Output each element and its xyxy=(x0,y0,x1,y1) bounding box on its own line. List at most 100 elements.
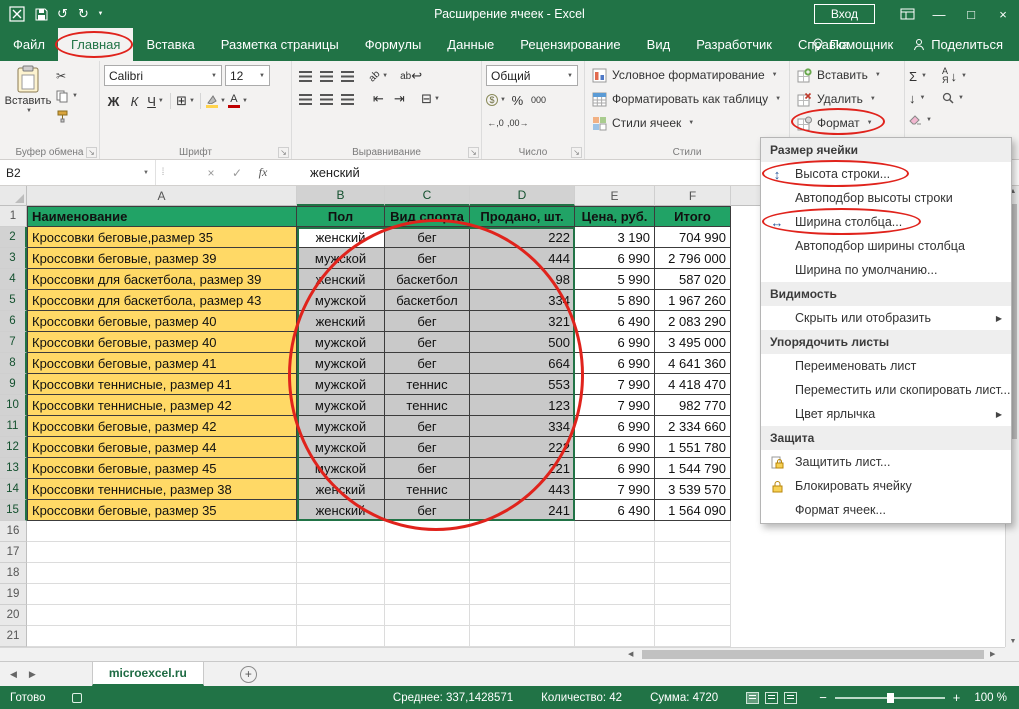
horizontal-scrollbar[interactable]: ◀ ▶ xyxy=(0,647,1005,661)
column-header-F[interactable]: F xyxy=(655,186,731,206)
fill-color-button[interactable]: ▼ xyxy=(206,91,226,111)
cell-D16[interactable] xyxy=(470,521,575,542)
cell-F2[interactable]: 704 990 xyxy=(655,227,731,248)
share-button[interactable]: Поделиться xyxy=(913,37,1003,52)
cell-A20[interactable] xyxy=(27,605,297,626)
number-format-combo[interactable]: Общий▼ xyxy=(486,65,578,86)
font-name-combo[interactable]: Calibri▼ xyxy=(104,65,222,86)
cell-A9[interactable]: Кроссовки теннисные, размер 41 xyxy=(27,374,297,395)
cell-C19[interactable] xyxy=(385,584,470,605)
row-header-19[interactable]: 19 xyxy=(0,584,27,605)
cell-C4[interactable]: баскетбол xyxy=(385,269,470,290)
status-count[interactable]: Количество: 42 xyxy=(541,692,622,704)
cell-C8[interactable]: бег xyxy=(385,353,470,374)
row-header-20[interactable]: 20 xyxy=(0,605,27,626)
cell-F17[interactable] xyxy=(655,542,731,563)
cell-D7[interactable]: 500 xyxy=(470,332,575,353)
cell-E15[interactable]: 6 490 xyxy=(575,500,655,521)
ribbon-tab-6[interactable]: Рецензирование xyxy=(507,28,633,61)
cell-F4[interactable]: 587 020 xyxy=(655,269,731,290)
row-header-14[interactable]: 14 xyxy=(0,479,27,500)
cell-C1[interactable]: Вид спорта xyxy=(385,206,470,227)
cell-E17[interactable] xyxy=(575,542,655,563)
redo-icon[interactable]: ↻ xyxy=(73,3,94,25)
horizontal-scroll-thumb[interactable] xyxy=(642,650,984,659)
sheet-nav-right-icon[interactable]: ▶ xyxy=(29,669,36,680)
close-button[interactable]: × xyxy=(987,0,1019,28)
save-icon[interactable] xyxy=(31,3,52,25)
cell-D13[interactable]: 221 xyxy=(470,458,575,479)
cell-F19[interactable] xyxy=(655,584,731,605)
cell-F12[interactable]: 1 551 780 xyxy=(655,437,731,458)
cell-B18[interactable] xyxy=(297,563,385,584)
zoom-in-button[interactable]: + xyxy=(953,690,961,705)
cell-C9[interactable]: теннис xyxy=(385,374,470,395)
maximize-button[interactable]: □ xyxy=(955,0,987,28)
ribbon-tab-8[interactable]: Разработчик xyxy=(683,28,785,61)
cell-F7[interactable]: 3 495 000 xyxy=(655,332,731,353)
cell-B20[interactable] xyxy=(297,605,385,626)
cell-C16[interactable] xyxy=(385,521,470,542)
format-as-table-button[interactable]: Форматировать как таблицу▼ xyxy=(589,87,786,111)
menu-item[interactable]: ↕Высота строки... xyxy=(761,162,1011,186)
cell-C18[interactable] xyxy=(385,563,470,584)
column-header-D[interactable]: D xyxy=(470,186,575,206)
cell-B16[interactable] xyxy=(297,521,385,542)
cell-E20[interactable] xyxy=(575,605,655,626)
cell-B5[interactable]: мужской xyxy=(297,290,385,311)
align-center-icon[interactable] xyxy=(317,89,336,109)
cell-C17[interactable] xyxy=(385,542,470,563)
row-header-15[interactable]: 15 xyxy=(0,500,27,521)
orientation-icon[interactable]: ab▼ xyxy=(369,66,388,86)
cell-B7[interactable]: мужской xyxy=(297,332,385,353)
row-header-13[interactable]: 13 xyxy=(0,458,27,479)
italic-button[interactable]: К xyxy=(125,91,144,111)
menu-item[interactable]: Блокировать ячейку xyxy=(761,474,1011,498)
enter-icon[interactable]: ✓ xyxy=(224,160,250,185)
cell-F9[interactable]: 4 418 470 xyxy=(655,374,731,395)
qat-customize-icon[interactable]: ▼ xyxy=(94,3,107,25)
ribbon-tab-4[interactable]: Формулы xyxy=(352,28,435,61)
row-header-4[interactable]: 4 xyxy=(0,269,27,290)
cell-C13[interactable]: бег xyxy=(385,458,470,479)
cell-A14[interactable]: Кроссовки теннисные, размер 38 xyxy=(27,479,297,500)
cell-A8[interactable]: Кроссовки беговые, размер 41 xyxy=(27,353,297,374)
row-header-1[interactable]: 1 xyxy=(0,206,27,227)
menu-item[interactable]: Автоподбор ширины столбца xyxy=(761,234,1011,258)
cell-C15[interactable]: бег xyxy=(385,500,470,521)
row-header-10[interactable]: 10 xyxy=(0,395,27,416)
zoom-out-button[interactable]: − xyxy=(819,690,827,705)
cell-C2[interactable]: бег xyxy=(385,227,470,248)
cell-D9[interactable]: 553 xyxy=(470,374,575,395)
cell-D20[interactable] xyxy=(470,605,575,626)
cell-A5[interactable]: Кроссовки для баскетбола, размер 43 xyxy=(27,290,297,311)
cell-A18[interactable] xyxy=(27,563,297,584)
cut-icon[interactable]: ✂ xyxy=(56,68,82,84)
cell-A7[interactable]: Кроссовки беговые, размер 40 xyxy=(27,332,297,353)
cell-D17[interactable] xyxy=(470,542,575,563)
cell-E16[interactable] xyxy=(575,521,655,542)
cell-A21[interactable] xyxy=(27,626,297,647)
cell-E4[interactable]: 5 990 xyxy=(575,269,655,290)
row-header-11[interactable]: 11 xyxy=(0,416,27,437)
row-header-5[interactable]: 5 xyxy=(0,290,27,311)
cell-F10[interactable]: 982 770 xyxy=(655,395,731,416)
cell-F6[interactable]: 2 083 290 xyxy=(655,311,731,332)
ribbon-tab-7[interactable]: Вид xyxy=(634,28,684,61)
borders-button[interactable]: ⊞▼ xyxy=(176,91,195,111)
menu-item[interactable]: Переименовать лист xyxy=(761,354,1011,378)
copy-icon[interactable]: ▼ xyxy=(56,88,82,104)
row-header-16[interactable]: 16 xyxy=(0,521,27,542)
menu-item[interactable]: Переместить или скопировать лист... xyxy=(761,378,1011,402)
row-header-3[interactable]: 3 xyxy=(0,248,27,269)
cell-B4[interactable]: женский xyxy=(297,269,385,290)
cell-C10[interactable]: теннис xyxy=(385,395,470,416)
cell-E21[interactable] xyxy=(575,626,655,647)
cell-F8[interactable]: 4 641 360 xyxy=(655,353,731,374)
cell-A10[interactable]: Кроссовки теннисные, размер 42 xyxy=(27,395,297,416)
cell-B21[interactable] xyxy=(297,626,385,647)
row-header-18[interactable]: 18 xyxy=(0,563,27,584)
wrap-text-icon[interactable]: ab↩ xyxy=(400,66,422,86)
ribbon-tab-1[interactable]: Главная xyxy=(58,28,133,61)
menu-item[interactable]: Автоподбор высоты строки xyxy=(761,186,1011,210)
